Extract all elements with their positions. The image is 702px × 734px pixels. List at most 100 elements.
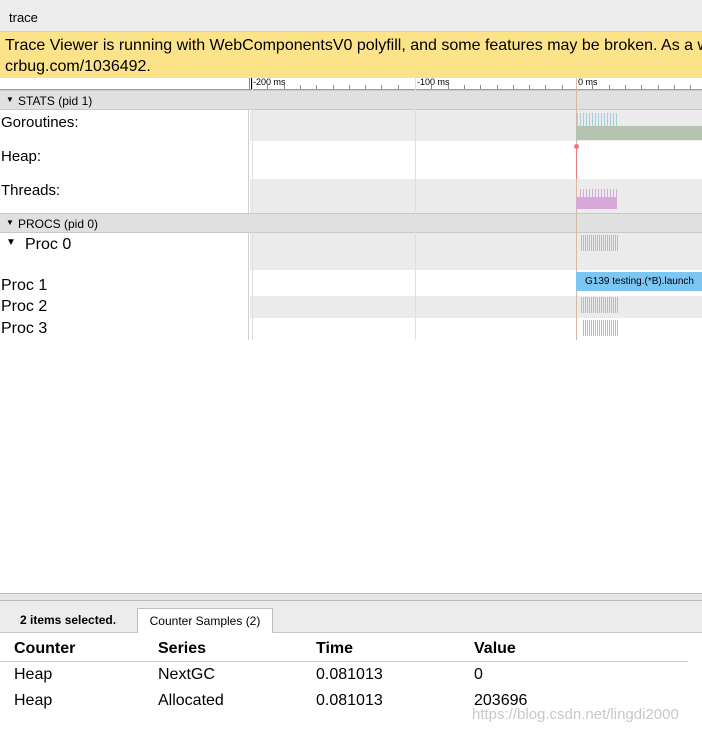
spike-mark [587, 297, 588, 313]
time-ruler[interactable]: -200 ms -100 ms 0 ms [0, 77, 702, 90]
spike-mark [589, 189, 590, 197]
ruler-minor-tick [658, 85, 659, 89]
spike-mark [616, 189, 617, 197]
table-header-row: Counter Series Time Value [0, 637, 688, 662]
column-header[interactable]: Time [302, 637, 460, 662]
spike-mark [615, 235, 616, 251]
spike-mark [605, 320, 606, 336]
spike-mark [593, 320, 594, 336]
spike-mark [604, 113, 605, 126]
proc-2-track[interactable] [250, 296, 702, 318]
threads-spikes[interactable] [580, 189, 617, 197]
spike-mark [613, 113, 614, 126]
spike-mark [615, 320, 616, 336]
stats-group-label: STATS (pid 1) [18, 94, 93, 108]
spike-mark [583, 235, 584, 251]
spike-mark [589, 235, 590, 251]
spike-mark [583, 189, 584, 197]
collapse-triangle-icon[interactable]: ▼ [6, 95, 14, 104]
ruler-minor-tick [674, 85, 675, 89]
threads-area[interactable] [576, 197, 617, 209]
ruler-minor-tick [300, 85, 301, 89]
watermark: https://blog.csdn.net/lingdi2000 [472, 706, 679, 723]
goroutines-spikes[interactable] [577, 113, 617, 126]
ruler-minor-tick [480, 85, 481, 89]
track-name: Goroutines: [0, 110, 249, 141]
spike-mark [617, 235, 618, 251]
spike-mark [601, 113, 602, 126]
spike-mark [593, 235, 594, 251]
spike-mark [577, 113, 578, 126]
warning-link[interactable]: crbug.com/1036492. [5, 56, 702, 77]
spike-mark [585, 235, 586, 251]
proc-3-slices[interactable] [583, 320, 618, 336]
track-name: Proc 3 [0, 318, 249, 340]
spike-mark [595, 113, 596, 126]
heap-marker-line[interactable] [576, 146, 577, 179]
ruler-minor-tick [497, 85, 498, 89]
proc-2-slices[interactable] [581, 297, 618, 313]
procs-group-header[interactable]: ▼ PROCS (pid 0) [0, 213, 702, 233]
warning-line-1: Trace Viewer is running with WebComponen… [5, 37, 702, 54]
spike-mark [610, 113, 611, 126]
table-cell: NextGC [158, 666, 215, 683]
table-cell: Heap [14, 666, 53, 683]
ruler-minor-tick [431, 85, 432, 89]
goroutines-area[interactable] [576, 126, 702, 140]
column-header[interactable]: Value [460, 637, 688, 662]
ruler-minor-tick [448, 85, 449, 89]
spike-mark [607, 189, 608, 197]
ruler-label: 0 ms [578, 77, 598, 87]
table-row[interactable]: Heap NextGC 0.081013 0 [0, 662, 688, 689]
expand-triangle-icon[interactable]: ▼ [6, 237, 16, 248]
column-header[interactable]: Counter [0, 637, 144, 662]
spike-mark [581, 235, 582, 251]
spike-mark [601, 320, 602, 336]
ruler-minor-tick [316, 85, 317, 89]
tab-counter-samples[interactable]: Counter Samples (2) [137, 608, 273, 633]
track-row-heap[interactable]: Heap: [0, 141, 702, 179]
spike-mark [615, 297, 616, 313]
spike-mark [598, 113, 599, 126]
ruler-minor-tick [365, 85, 366, 89]
heap-track[interactable] [250, 141, 702, 179]
spike-mark [585, 297, 586, 313]
spike-mark [592, 113, 593, 126]
proc-0-track[interactable] [250, 233, 702, 270]
counter-samples-table: Counter Series Time Value Heap NextGC 0.… [0, 637, 688, 714]
spike-mark [595, 235, 596, 251]
spike-mark [609, 297, 610, 313]
window-title: trace [9, 10, 38, 25]
panel-resize-handle[interactable] [0, 593, 702, 601]
spike-mark [585, 320, 586, 336]
spike-mark [597, 235, 598, 251]
analysis-tab-bar: 2 items selected. Counter Samples (2) [0, 601, 702, 633]
table-cell: 0 [474, 666, 483, 683]
stats-group-header[interactable]: ▼ STATS (pid 1) [0, 90, 702, 110]
spike-mark [617, 297, 618, 313]
goroutine-slice[interactable]: G139 testing.(*B).launch [576, 272, 702, 291]
collapse-triangle-icon[interactable]: ▼ [6, 218, 14, 227]
spike-mark [601, 235, 602, 251]
spike-mark [610, 189, 611, 197]
ruler-label: -100 ms [417, 77, 450, 87]
proc-0-slices[interactable] [581, 235, 618, 251]
ruler-minor-tick [545, 85, 546, 89]
ruler-minor-tick [398, 85, 399, 89]
track-name: Proc 2 [0, 296, 249, 318]
threads-track[interactable] [250, 179, 702, 213]
spike-mark [583, 113, 584, 126]
spike-mark [609, 235, 610, 251]
ruler-minor-tick [513, 85, 514, 89]
spike-mark [583, 297, 584, 313]
heap-marker-dot[interactable] [574, 144, 579, 149]
spike-mark [592, 189, 593, 197]
spike-mark [601, 297, 602, 313]
spike-mark [601, 189, 602, 197]
spike-mark [580, 189, 581, 197]
procs-group-label: PROCS (pid 0) [18, 217, 99, 231]
spike-mark [580, 113, 581, 126]
column-header[interactable]: Series [144, 637, 302, 662]
polyfill-warning-banner: Trace Viewer is running with WebComponen… [0, 32, 702, 78]
proc-3-track[interactable] [250, 318, 702, 340]
